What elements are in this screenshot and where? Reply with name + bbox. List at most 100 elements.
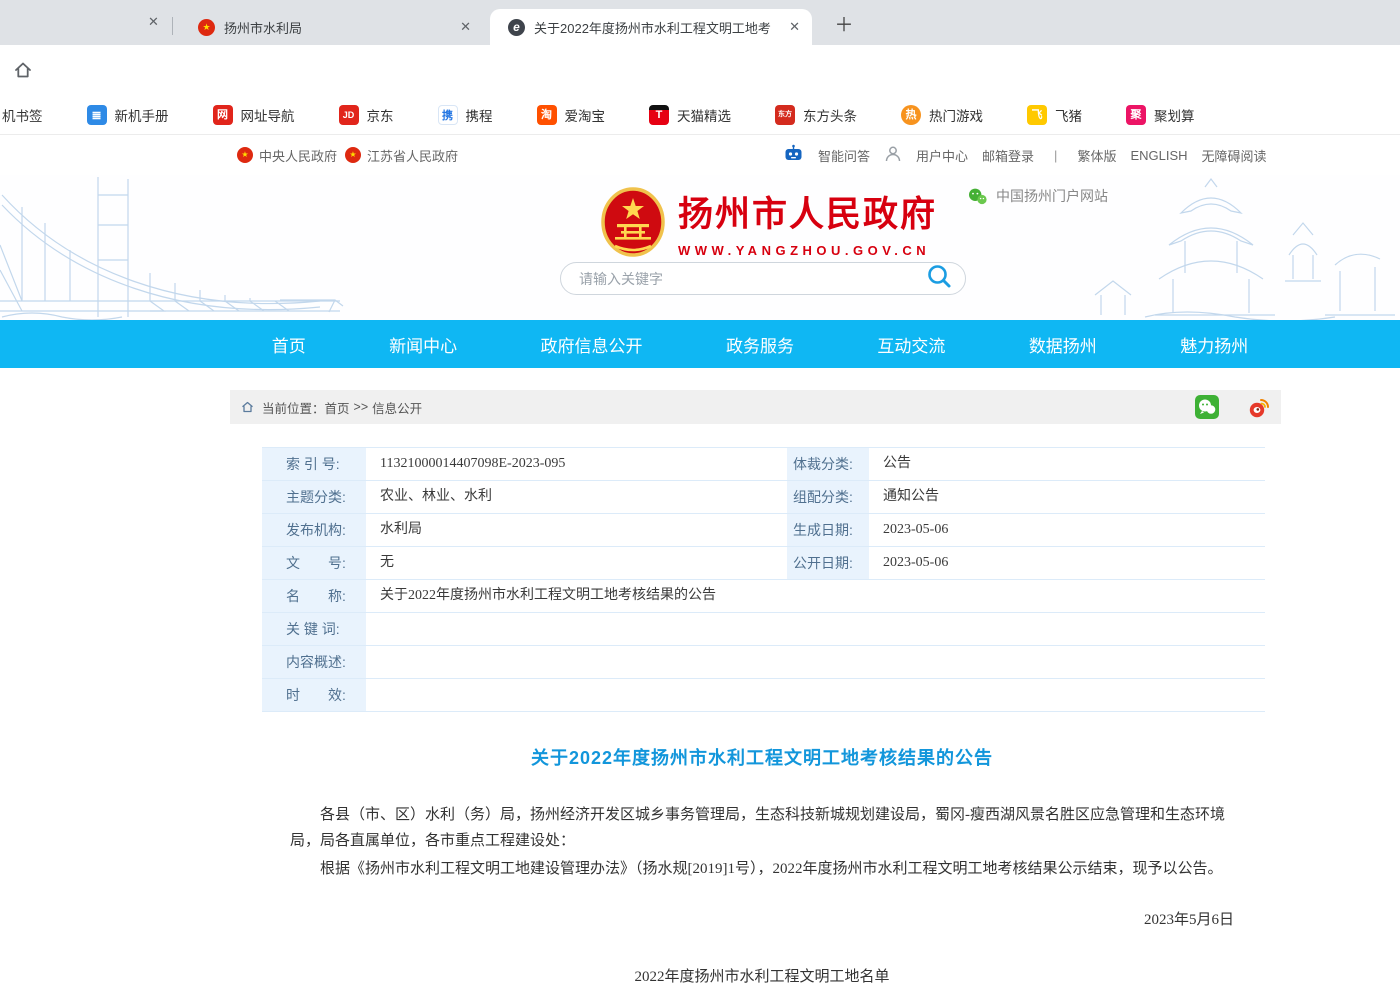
portal-label: 中国扬州门户网站 <box>996 186 1108 206</box>
close-icon[interactable]: ✕ <box>781 19 812 35</box>
bookmark-aitaobao[interactable]: 淘爱淘宝 <box>537 105 606 125</box>
link-english[interactable]: ENGLISH <box>1130 148 1187 163</box>
nav-charm-yangzhou[interactable]: 魅力扬州 <box>1180 332 1248 357</box>
portal-link[interactable]: 中国扬州门户网站 <box>968 186 1108 206</box>
bookmark-fliggy[interactable]: 飞飞猪 <box>1027 105 1082 125</box>
gov-link-label: 中央人民政府 <box>259 146 337 165</box>
bookmark-ctrip[interactable]: 携携程 <box>438 105 493 125</box>
national-emblem-icon <box>600 186 666 258</box>
meta-label: 生成日期: <box>787 514 869 546</box>
pagoda-sketch <box>1085 175 1400 320</box>
bookmark-tmall[interactable]: T 天猫精选 <box>649 105 731 125</box>
jd-icon: JD <box>339 105 359 125</box>
bookmark-label: 爱淘宝 <box>565 105 606 125</box>
home-icon[interactable] <box>12 59 34 86</box>
site-utility-bar: ★ 中央人民政府 ★ 江苏省人民政府 智能问答 用户中心 邮箱登录 | 繁体版 … <box>0 135 1400 175</box>
site-logo[interactable]: 扬州市人民政府 WWW.YANGZHOU.GOV.CN <box>600 186 937 258</box>
nav-home[interactable]: 首页 <box>272 332 306 357</box>
tab-strip: ✕ ★ 扬州市水利局 ✕ e 关于2022年度扬州市水利工程文明工地考 ✕ ＋ <box>0 0 1400 45</box>
bookmark-url-nav[interactable]: 网网址导航 <box>213 105 295 125</box>
bookmark-manual[interactable]: ≣ 新机手册 <box>87 105 169 125</box>
bookmark-label: 东方头条 <box>803 105 857 125</box>
meta-value: 公告 <box>869 448 1265 480</box>
link-jiangsu-government[interactable]: ★ 江苏省人民政府 <box>345 135 458 175</box>
browser-window: ✕ ★ 扬州市水利局 ✕ e 关于2022年度扬州市水利工程文明工地考 ✕ ＋ … <box>0 0 1400 997</box>
home-icon <box>240 400 255 414</box>
meta-value: 水利局 <box>366 514 787 546</box>
bookmark-label: 新机手册 <box>115 105 169 125</box>
weibo-share-icon[interactable] <box>1247 395 1271 422</box>
breadcrumb-current[interactable]: 信息公开 <box>372 398 422 417</box>
link-mail-login[interactable]: 邮箱登录 <box>982 146 1034 165</box>
breadcrumb: 当前位置： 首页 >> 信息公开 <box>230 390 1281 424</box>
meta-value: 农业、林业、水利 <box>366 481 787 513</box>
breadcrumb-prefix: 当前位置： <box>262 398 325 417</box>
breadcrumb-separator: >> <box>354 400 369 414</box>
meta-label: 内容概述: <box>262 646 366 678</box>
search-icon[interactable] <box>926 263 953 295</box>
table-row: 内容概述: <box>262 646 1265 679</box>
meta-value: 无 <box>366 547 787 579</box>
game-icon: 热 <box>901 105 921 125</box>
bookmark-label: 热门游戏 <box>929 105 983 125</box>
close-icon[interactable]: ✕ <box>452 19 483 35</box>
nav-gov-info-disclosure[interactable]: 政府信息公开 <box>541 332 643 357</box>
meta-value <box>366 646 1265 678</box>
tab-active-announcement[interactable]: e 关于2022年度扬州市水利工程文明工地考 ✕ <box>490 9 812 45</box>
link-smart-qa[interactable]: 智能问答 <box>818 146 870 165</box>
bookmark-label: 网址导航 <box>241 105 295 125</box>
taobao-icon: 淘 <box>537 105 557 125</box>
bookmark-label: 携程 <box>466 105 493 125</box>
document-meta-table: 索 引 号: 11321000014407098E-2023-095 体裁分类:… <box>262 447 1265 712</box>
bookmark-jd[interactable]: JD 京东 <box>339 105 394 125</box>
bookmark-games[interactable]: 热热门游戏 <box>901 105 983 125</box>
nav-news-center[interactable]: 新闻中心 <box>389 332 457 357</box>
user-icon <box>884 145 902 166</box>
nav-gov-services[interactable]: 政务服务 <box>726 332 794 357</box>
search-input[interactable] <box>579 271 926 287</box>
bookmark-label: 机书签 <box>2 105 43 125</box>
table-row: 时 效: <box>262 679 1265 712</box>
tmall-icon: T <box>649 105 669 125</box>
address-bar: ⚠ 不安全 yangzhou.gov.cn/yzszxxgk/slj/20230… <box>0 45 1400 95</box>
meta-value <box>366 613 1265 645</box>
bookmark-label: 天猫精选 <box>677 105 731 125</box>
meta-label: 公开日期: <box>787 547 869 579</box>
separator: | <box>1048 148 1063 163</box>
meta-label: 时 效: <box>262 679 366 711</box>
bookmark-dongfang[interactable]: 东方东方头条 <box>775 105 857 125</box>
link-accessibility[interactable]: 无障碍阅读 <box>1202 146 1267 165</box>
close-icon[interactable]: ✕ <box>148 14 159 30</box>
link-user-center[interactable]: 用户中心 <box>916 146 968 165</box>
meta-label: 关 键 词: <box>262 613 366 645</box>
breadcrumb-home[interactable]: 首页 <box>325 398 350 417</box>
meta-label: 主题分类: <box>262 481 366 513</box>
tab-yangzhou-water-bureau[interactable]: ★ 扬州市水利局 ✕ <box>178 9 483 45</box>
bookmark-label: 京东 <box>367 105 394 125</box>
article-date: 2023年5月6日 <box>290 908 1234 929</box>
robot-icon <box>783 144 804 167</box>
nav-data-yangzhou[interactable]: 数据扬州 <box>1029 332 1097 357</box>
article-title: 关于2022年度扬州市水利工程文明工地考核结果的公告 <box>290 744 1234 770</box>
meta-value: 关于2022年度扬州市水利工程文明工地考核结果的公告 <box>366 580 1265 612</box>
wechat-share-icon[interactable] <box>1195 395 1219 422</box>
meta-value: 11321000014407098E-2023-095 <box>366 448 787 480</box>
meta-label: 索 引 号: <box>262 448 366 480</box>
fliggy-pig-icon: 飞 <box>1027 105 1047 125</box>
meta-value <box>366 679 1265 711</box>
table-row: 关 键 词: <box>262 613 1265 646</box>
bookmark-juhuasuan[interactable]: 聚聚划算 <box>1126 105 1195 125</box>
nav-interaction[interactable]: 互动交流 <box>877 332 945 357</box>
link-traditional-chinese[interactable]: 繁体版 <box>1077 146 1116 165</box>
manual-icon: ≣ <box>87 105 107 125</box>
emblem-favicon-icon: ★ <box>198 19 215 36</box>
url-nav-icon: 网 <box>213 105 233 125</box>
bookmark-phone-bookmarks[interactable]: 机书签 <box>2 105 43 125</box>
link-central-government[interactable]: ★ 中央人民政府 <box>237 135 337 175</box>
meta-value: 通知公告 <box>869 481 1265 513</box>
meta-label: 发布机构: <box>262 514 366 546</box>
tab-divider <box>172 17 173 35</box>
emblem-icon: ★ <box>345 147 361 163</box>
gov-link-label: 江苏省人民政府 <box>367 146 458 165</box>
new-tab-button[interactable]: ＋ <box>831 10 857 37</box>
